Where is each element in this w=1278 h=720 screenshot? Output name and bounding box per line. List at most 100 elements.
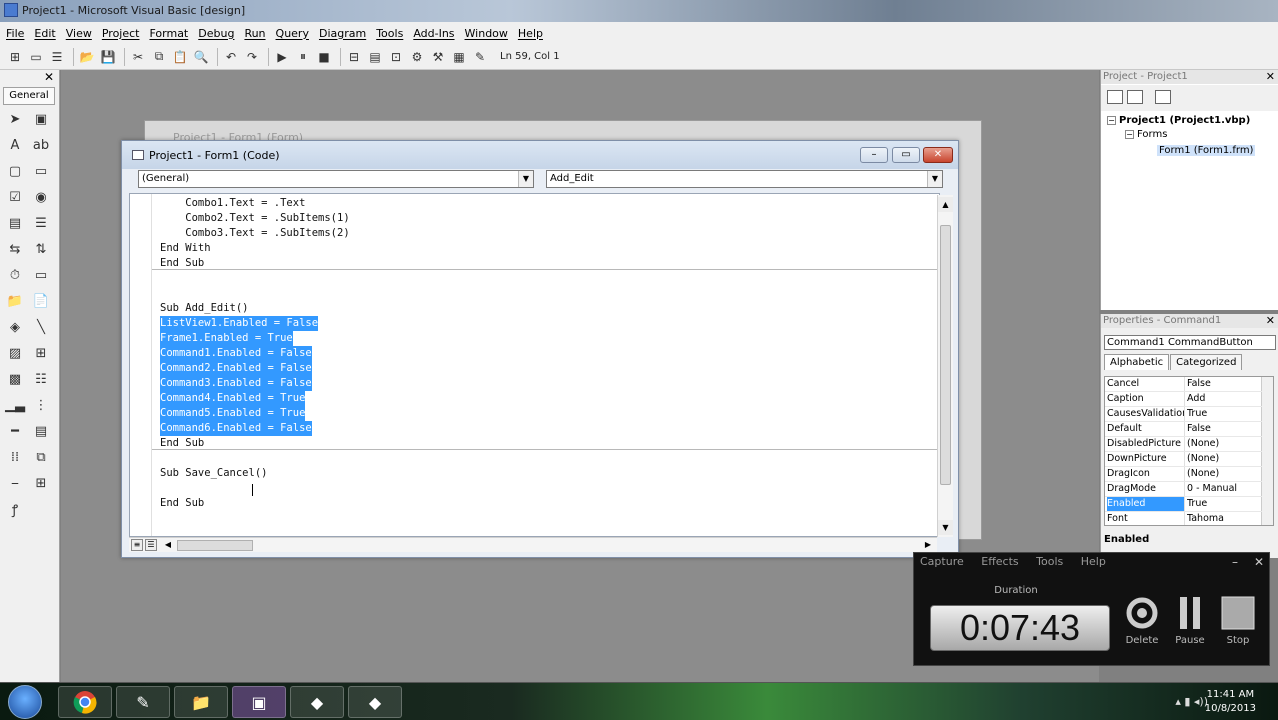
- code-line[interactable]: Combo2.Text = .SubItems(1): [160, 211, 349, 226]
- property-value[interactable]: Add: [1187, 392, 1261, 406]
- tab-alphabetic[interactable]: Alphabetic: [1104, 354, 1170, 370]
- close-icon[interactable]: ✕: [44, 70, 54, 84]
- procedure-view-icon[interactable]: ≡: [131, 539, 143, 551]
- property-value[interactable]: True: [1187, 497, 1261, 511]
- undo-icon[interactable]: ↶: [222, 48, 240, 66]
- maximize-button[interactable]: ▭: [892, 147, 920, 163]
- toolbox-tab-general[interactable]: General: [3, 87, 55, 105]
- taskbar-app-2[interactable]: ◆: [348, 686, 402, 718]
- treeview-icon[interactable]: ⋮: [31, 395, 51, 415]
- recorder-menu-capture[interactable]: Capture: [920, 555, 964, 568]
- property-row[interactable]: DisabledPicture (None): [1105, 437, 1262, 452]
- menu-window[interactable]: Window: [465, 27, 508, 40]
- add-project-icon[interactable]: ⊞: [6, 48, 24, 66]
- listbox-icon[interactable]: ☰: [31, 213, 51, 233]
- toolbar-control-icon[interactable]: ⁞⁞: [5, 447, 25, 467]
- property-row[interactable]: CausesValidation True: [1105, 407, 1262, 422]
- menu-editor-icon[interactable]: ☰: [48, 48, 66, 66]
- taskbar-explorer[interactable]: 📁: [174, 686, 228, 718]
- close-button[interactable]: ✕: [923, 147, 953, 163]
- property-row[interactable]: Cancel False: [1105, 377, 1262, 392]
- property-row[interactable]: Font Tahoma: [1105, 512, 1262, 525]
- close-icon[interactable]: ✕: [1254, 555, 1264, 569]
- property-value[interactable]: 0 - Manual: [1187, 482, 1261, 496]
- listview-icon[interactable]: ☷: [31, 369, 51, 389]
- code-line[interactable]: Command1.Enabled = False: [160, 346, 312, 361]
- checkbox-icon[interactable]: ☑: [5, 187, 25, 207]
- recorder-menu-tools[interactable]: Tools: [1036, 555, 1063, 568]
- menu-tools[interactable]: Tools: [376, 27, 403, 40]
- menu-query[interactable]: Query: [276, 27, 309, 40]
- code-line[interactable]: ListView1.Enabled = False: [160, 316, 319, 331]
- imagelist-icon[interactable]: ▤: [31, 421, 51, 441]
- menu-view[interactable]: View: [66, 27, 92, 40]
- menu-run[interactable]: Run: [244, 27, 265, 40]
- property-value[interactable]: True: [1187, 407, 1261, 421]
- image-icon[interactable]: ▨: [5, 343, 25, 363]
- hscrollbar-icon[interactable]: ⇆: [5, 239, 25, 259]
- copy-icon[interactable]: ⧉: [150, 48, 168, 66]
- code-line[interactable]: Combo3.Text = .SubItems(2): [160, 226, 349, 241]
- data-icon[interactable]: ⊞: [31, 343, 51, 363]
- tree-node-project[interactable]: − Project1 (Project1.vbp): [1107, 114, 1250, 128]
- menu-diagram[interactable]: Diagram: [319, 27, 366, 40]
- cut-icon[interactable]: ✂: [129, 48, 147, 66]
- timer-icon[interactable]: ⏱: [5, 265, 25, 285]
- code-line[interactable]: Sub Save_Cancel(): [160, 466, 267, 481]
- line-icon[interactable]: ╲: [31, 317, 51, 337]
- dirlistbox-icon[interactable]: 📁: [5, 291, 25, 311]
- tabstrip-icon[interactable]: ⧉: [31, 447, 51, 467]
- property-value[interactable]: (None): [1187, 437, 1261, 451]
- properties-window-icon[interactable]: ▤: [366, 48, 384, 66]
- menu-project[interactable]: Project: [102, 27, 140, 40]
- project-explorer-icon[interactable]: ⊟: [345, 48, 363, 66]
- pointer-icon[interactable]: ➤: [5, 109, 25, 129]
- minimize-button[interactable]: –: [860, 147, 888, 163]
- tree-node-forms[interactable]: − Forms: [1125, 128, 1167, 142]
- break-icon[interactable]: ⏸: [294, 48, 312, 66]
- scroll-up-icon[interactable]: ▲: [938, 197, 953, 212]
- drivelistbox-icon[interactable]: ▭: [31, 265, 51, 285]
- code-line[interactable]: Command5.Enabled = True: [160, 406, 306, 421]
- recorder-menu-effects[interactable]: Effects: [981, 555, 1018, 568]
- picturebox-icon[interactable]: ▣: [31, 109, 51, 129]
- frame-icon[interactable]: ▢: [5, 161, 25, 181]
- label-icon[interactable]: A: [5, 135, 25, 155]
- view-object-icon[interactable]: [1127, 90, 1143, 104]
- combobox-icon[interactable]: ▤: [5, 213, 25, 233]
- code-line[interactable]: Combo1.Text = .Text: [160, 196, 305, 211]
- property-row[interactable]: Default False: [1105, 422, 1262, 437]
- redo-icon[interactable]: ↷: [243, 48, 261, 66]
- properties-scrollbar[interactable]: [1261, 377, 1273, 525]
- collapse-icon[interactable]: −: [1107, 115, 1116, 125]
- adodc-icon[interactable]: ꝭ: [5, 499, 25, 519]
- code-editor[interactable]: Combo1.Text = .Text Combo2.Text = .SubIt…: [129, 193, 940, 537]
- code-line[interactable]: Frame1.Enabled = True: [160, 331, 293, 346]
- horizontal-scrollbar[interactable]: ≡ ☰ ◀ ▶: [129, 537, 937, 552]
- chevron-down-icon[interactable]: ▼: [518, 171, 533, 187]
- collapse-icon[interactable]: −: [1125, 129, 1134, 139]
- property-row[interactable]: Enabled True: [1105, 497, 1262, 512]
- textbox-icon[interactable]: ab: [31, 135, 51, 155]
- procedure-combo[interactable]: Add_Edit ▼: [546, 170, 943, 188]
- find-icon[interactable]: 🔍: [192, 48, 210, 66]
- property-value[interactable]: False: [1187, 422, 1261, 436]
- start-button[interactable]: [8, 685, 42, 719]
- scroll-right-icon[interactable]: ▶: [921, 538, 935, 552]
- vscrollbar-icon[interactable]: ⇅: [31, 239, 51, 259]
- scroll-thumb[interactable]: [940, 225, 951, 485]
- code-line[interactable]: Command6.Enabled = False: [160, 421, 312, 436]
- taskbar-app-tools[interactable]: ✎: [116, 686, 170, 718]
- shape-icon[interactable]: ◈: [5, 317, 25, 337]
- stop-icon[interactable]: [1218, 595, 1258, 635]
- progressbar-icon[interactable]: ▁▃: [5, 395, 25, 415]
- object-browser-icon[interactable]: ⚙: [408, 48, 426, 66]
- scroll-down-icon[interactable]: ▼: [938, 520, 953, 535]
- full-module-view-icon[interactable]: ☰: [145, 539, 157, 551]
- end-icon[interactable]: ■: [315, 48, 333, 66]
- filelistbox-icon[interactable]: 📄: [31, 291, 51, 311]
- paste-icon[interactable]: 📋: [171, 48, 189, 66]
- code-line[interactable]: Command4.Enabled = True: [160, 391, 306, 406]
- data-view-icon[interactable]: ▦: [450, 48, 468, 66]
- taskbar-visual-basic[interactable]: ▣: [232, 686, 286, 718]
